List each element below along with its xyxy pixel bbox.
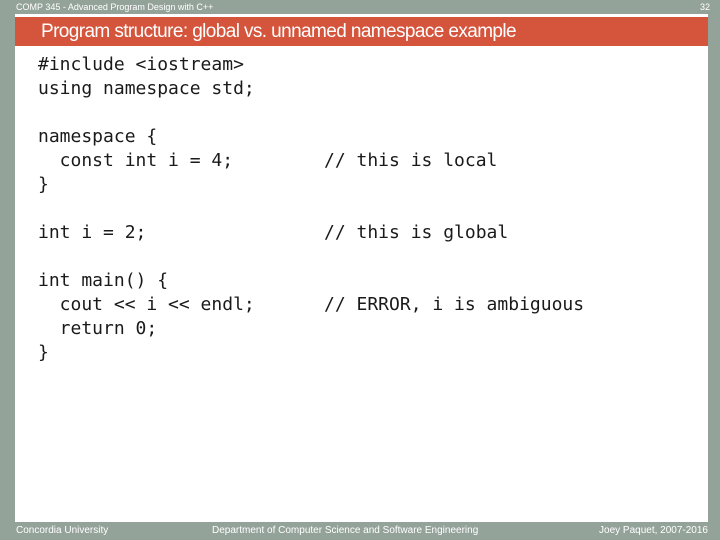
footer-bar: Concordia University Department of Compu… bbox=[0, 522, 720, 540]
code-line: int i = 2; bbox=[38, 222, 147, 243]
code-line: } bbox=[38, 174, 49, 195]
header-bar: COMP 345 - Advanced Program Design with … bbox=[0, 0, 720, 14]
slide-page: { "header": { "course": "COMP 345 - Adva… bbox=[0, 0, 720, 540]
title-bar: Program structure: global vs. unnamed na… bbox=[15, 17, 708, 46]
code-comment: // ERROR, i is ambiguous bbox=[324, 294, 585, 315]
slide-title: Program structure: global vs. unnamed na… bbox=[41, 21, 517, 42]
code-line: return 0; bbox=[38, 318, 158, 339]
footer-author: Joey Paquet, 2007-2016 bbox=[599, 525, 708, 536]
footer-department: Department of Computer Science and Softw… bbox=[212, 525, 479, 536]
code-line: cout << i << endl; bbox=[38, 294, 255, 315]
code-comment: // this is local bbox=[324, 150, 498, 171]
page-number: 32 bbox=[699, 2, 710, 12]
code-comment: // this is global bbox=[324, 222, 509, 243]
code-block: #include <iostream> using namespace std;… bbox=[15, 14, 584, 363]
code-line: #include <iostream> bbox=[38, 54, 244, 75]
footer-university: Concordia University bbox=[16, 525, 109, 536]
code-line: using namespace std; bbox=[38, 78, 255, 99]
slide-content: Program structure: global vs. unnamed na… bbox=[15, 14, 708, 522]
code-line: const int i = 4; bbox=[38, 150, 234, 171]
code-line: int main() { bbox=[38, 270, 169, 291]
course-name: COMP 345 - Advanced Program Design with … bbox=[16, 2, 214, 12]
code-line: } bbox=[38, 342, 49, 363]
code-line: namespace { bbox=[38, 126, 158, 147]
